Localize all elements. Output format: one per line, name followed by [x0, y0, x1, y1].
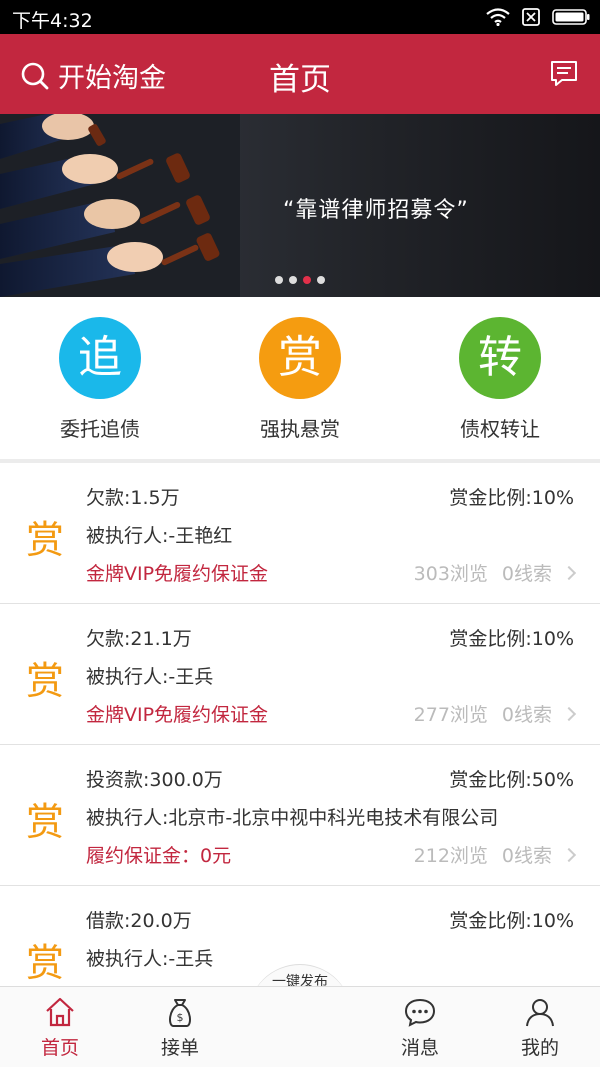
- bounty-icon: 赏: [259, 317, 341, 399]
- clue-count: 0线索: [501, 563, 552, 585]
- quick-debt-transfer[interactable]: 转 债权转让: [440, 317, 560, 442]
- quick-entrust-recovery[interactable]: 追 委托追债: [40, 317, 160, 442]
- tab-label: 接单: [160, 1037, 199, 1059]
- view-count: 303浏览: [413, 563, 488, 585]
- tab-label: 我的: [520, 1037, 559, 1059]
- banner-dot: [275, 276, 283, 284]
- wifi-icon: [486, 8, 510, 26]
- chevron-right-icon: [561, 565, 577, 580]
- bounty-badge-icon: 赏: [26, 800, 65, 844]
- item-stats: 277浏览 0线索: [413, 700, 577, 727]
- battery-icon: [552, 9, 590, 25]
- bounty-list: 赏 欠款:1.5万 赏金比例:10% 被执行人:-王艳红 金牌VIP免履约保证金…: [0, 463, 600, 986]
- bottom-tab-bar: 首页 $ 接单 消息 我的: [0, 986, 600, 1067]
- message-icon[interactable]: [548, 58, 580, 90]
- list-item[interactable]: 赏 投资款:300.0万 赏金比例:50% 被执行人:北京市-北京中视中科光电技…: [0, 745, 600, 886]
- clue-count: 0线索: [501, 704, 552, 726]
- banner-dot-active: [303, 276, 311, 284]
- app-header: 开始淘金 首页: [0, 34, 600, 114]
- tab-label: 首页: [40, 1037, 79, 1059]
- search-label: 开始淘金: [58, 63, 166, 94]
- item-stats: 212浏览 0线索: [413, 841, 577, 868]
- quick-label: 强执悬赏: [260, 417, 340, 441]
- quick-enforcement-bounty[interactable]: 赏 强执悬赏: [240, 317, 360, 442]
- reward-ratio: 赏金比例:10%: [449, 487, 574, 509]
- debtor-name: 被执行人:-王兵: [86, 666, 214, 688]
- sim-off-icon: [522, 8, 540, 26]
- user-icon: [526, 999, 554, 1027]
- reward-ratio: 赏金比例:10%: [449, 910, 574, 932]
- bounty-badge-icon: 赏: [26, 659, 65, 703]
- money-bag-icon: $: [169, 999, 191, 1027]
- view-count: 277浏览: [413, 704, 488, 726]
- banner-dot: [317, 276, 325, 284]
- transfer-icon: 转: [459, 317, 541, 399]
- reward-ratio: 赏金比例:10%: [449, 628, 574, 650]
- bounty-badge-icon: 赏: [26, 941, 65, 985]
- quick-label: 委托追债: [60, 417, 140, 441]
- debt-amount: 欠款:21.1万: [86, 628, 192, 650]
- clue-count: 0线索: [501, 845, 552, 867]
- bounty-badge-icon: 赏: [26, 518, 65, 562]
- banner-dot: [289, 276, 297, 284]
- tab-messages[interactable]: 消息: [380, 995, 460, 1060]
- debtor-name: 被执行人:-王艳红: [86, 525, 233, 547]
- debt-amount: 借款:20.0万: [86, 910, 192, 932]
- list-item[interactable]: 赏 欠款:21.1万 赏金比例:10% 被执行人:-王兵 金牌VIP免履约保证金…: [0, 604, 600, 745]
- banner-pagination: [275, 276, 325, 284]
- promo-banner[interactable]: “靠谱律师招募令”: [0, 114, 600, 297]
- chat-bubble-icon: [404, 998, 436, 1027]
- list-item[interactable]: 赏 欠款:1.5万 赏金比例:10% 被执行人:-王艳红 金牌VIP免履约保证金…: [0, 463, 600, 604]
- search-button[interactable]: 开始淘金: [20, 56, 166, 95]
- banner-caption: “靠谱律师招募令”: [283, 198, 469, 223]
- deposit-tag: 金牌VIP免履约保证金: [86, 563, 269, 585]
- chevron-right-icon: [561, 706, 577, 721]
- deposit-tag: 金牌VIP免履约保证金: [86, 704, 269, 726]
- status-bar: 下午4:32: [0, 0, 600, 34]
- view-count: 212浏览: [413, 845, 488, 867]
- tab-label: 消息: [400, 1037, 439, 1059]
- reward-ratio: 赏金比例:50%: [449, 769, 574, 791]
- tab-orders[interactable]: $ 接单: [140, 995, 220, 1060]
- status-icons: [486, 5, 590, 29]
- tab-home[interactable]: 首页: [20, 995, 100, 1060]
- debtor-name: 被执行人:-王兵: [86, 948, 214, 970]
- status-time: 下午4:32: [12, 10, 93, 32]
- chevron-right-icon: [561, 847, 577, 862]
- item-stats: 303浏览 0线索: [413, 559, 577, 586]
- home-icon: [46, 997, 74, 1027]
- recovery-icon: 追: [59, 317, 141, 399]
- quick-actions: 追 委托追债 赏 强执悬赏 转 债权转让: [0, 297, 600, 459]
- svg-text:$: $: [177, 1011, 184, 1024]
- debt-amount: 欠款:1.5万: [86, 487, 180, 509]
- deposit-tag: 履约保证金：0元: [86, 845, 232, 867]
- quick-label: 债权转让: [460, 417, 540, 441]
- debtor-name: 被执行人:北京市-北京中视中科光电技术有限公司: [86, 807, 499, 829]
- banner-gavel-hands-image: [0, 114, 240, 297]
- search-icon: [21, 62, 49, 89]
- debt-amount: 投资款:300.0万: [86, 769, 223, 791]
- tab-mine[interactable]: 我的: [500, 995, 580, 1060]
